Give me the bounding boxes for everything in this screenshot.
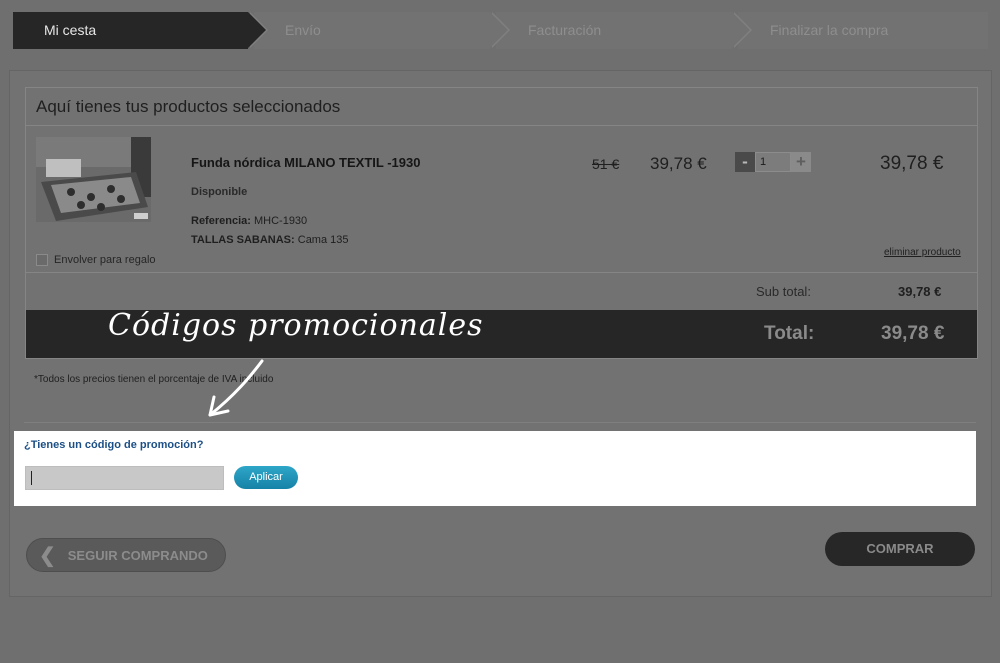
total-value: 39,78 € xyxy=(881,323,945,344)
product-name[interactable]: Funda nórdica MILANO TEXTIL -1930 xyxy=(191,155,420,170)
checkout-steps: Mi cesta Envío Facturación Finalizar la … xyxy=(13,12,988,49)
quantity-decrease-button[interactable]: - xyxy=(735,152,755,172)
promo-code-link[interactable]: ¿Tienes un código de promoción? xyxy=(24,439,203,451)
remove-product-link[interactable]: eliminar producto xyxy=(884,247,961,258)
step-cart[interactable]: Mi cesta xyxy=(13,12,268,49)
unit-price: 39,78 € xyxy=(650,154,707,173)
promo-code-section: ¿Tienes un código de promoción? Aplicar xyxy=(14,431,976,506)
gift-wrap-checkbox[interactable] xyxy=(36,254,48,266)
divider xyxy=(24,422,976,423)
step-label: Facturación xyxy=(528,22,602,38)
annotation-arrow-icon xyxy=(208,359,264,417)
text-cursor xyxy=(31,471,32,485)
quantity-stepper: - 1 + xyxy=(735,152,811,172)
reference-label: Referencia: xyxy=(191,215,251,227)
buy-button[interactable]: COMPRAR xyxy=(825,532,975,566)
quantity-increase-button[interactable]: + xyxy=(791,152,811,172)
line-total: 39,78 € xyxy=(880,153,944,174)
subtotal-value: 39,78 € xyxy=(898,284,942,299)
product-reference: Referencia: MHC-1930 xyxy=(191,215,307,227)
promo-code-input[interactable] xyxy=(25,466,224,490)
quantity-input[interactable]: 1 xyxy=(755,152,791,172)
apply-promo-button[interactable]: Aplicar xyxy=(234,466,298,489)
reference-value: MHC-1930 xyxy=(253,215,308,227)
annotation-text: Códigos promocionales xyxy=(108,308,484,343)
chevron-left-icon: ❮ xyxy=(39,544,56,567)
gift-wrap-label: Envolver para regalo xyxy=(54,254,156,266)
product-availability: Disponible xyxy=(191,186,248,198)
step-checkout[interactable]: Finalizar la compra xyxy=(738,12,988,49)
step-label: Finalizar la compra xyxy=(770,22,889,38)
subtotal-label: Sub total: xyxy=(756,284,811,299)
step-label: Mi cesta xyxy=(44,22,97,38)
old-price: 51 € xyxy=(592,156,620,172)
step-billing[interactable]: Facturación xyxy=(496,12,752,49)
product-image[interactable] xyxy=(36,137,151,222)
step-shipping[interactable]: Envío xyxy=(254,12,510,49)
continue-shopping-label: SEGUIR COMPRANDO xyxy=(67,547,208,563)
gift-wrap-option[interactable]: Envolver para regalo xyxy=(36,254,156,266)
continue-shopping-button[interactable]: ❮ SEGUIR COMPRANDO xyxy=(26,538,226,572)
step-label: Envío xyxy=(285,22,321,38)
size-label: TALLAS SABANAS: xyxy=(191,234,295,246)
divider xyxy=(26,272,977,273)
product-size: TALLAS SABANAS: Cama 135 xyxy=(191,234,349,246)
total-label: Total: xyxy=(764,323,815,344)
cart-title: Aquí tienes tus productos seleccionados xyxy=(26,88,977,126)
size-value: Cama 135 xyxy=(297,234,349,246)
